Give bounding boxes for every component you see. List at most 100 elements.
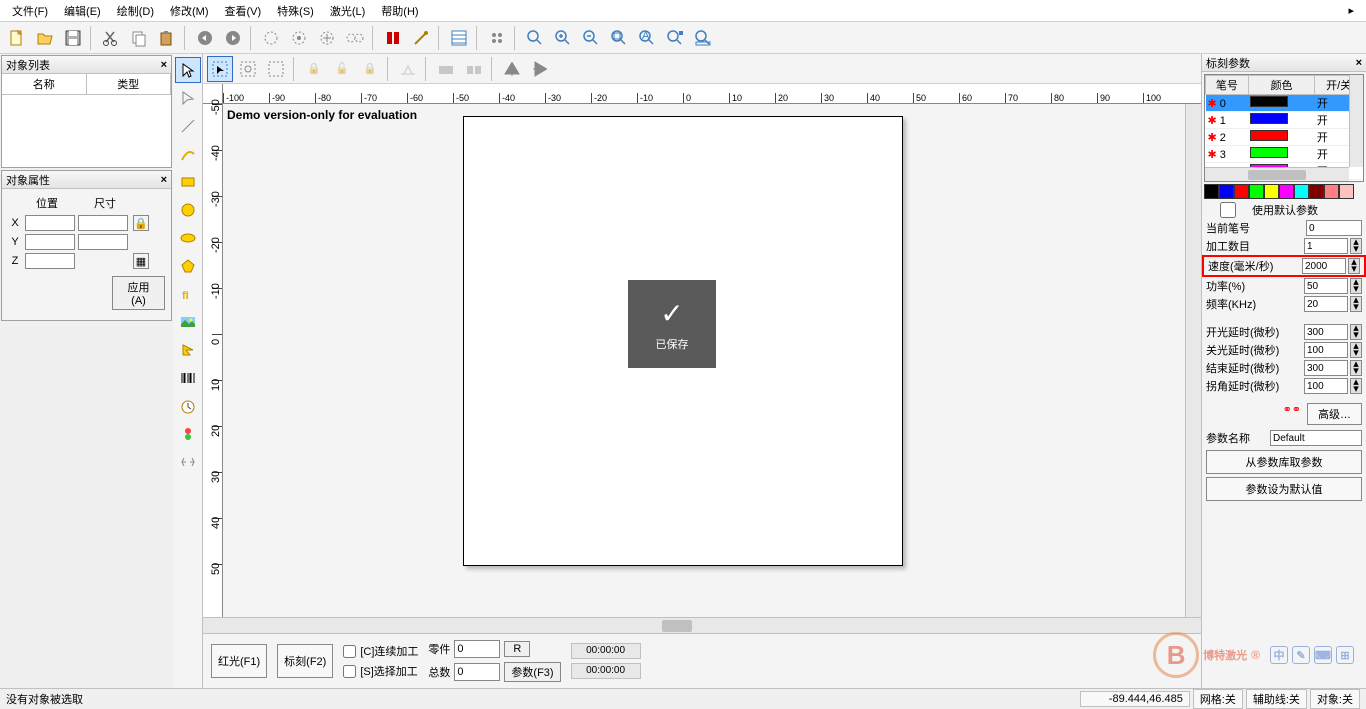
ellipse-tool[interactable] — [175, 225, 201, 251]
io-tool[interactable] — [175, 421, 201, 447]
freq-input[interactable] — [1304, 296, 1348, 312]
menu-modify[interactable]: 修改(M) — [162, 1, 217, 21]
use-default-checkbox[interactable] — [1206, 202, 1250, 218]
tools-button[interactable] — [408, 25, 434, 51]
zoom-out-button[interactable] — [578, 25, 604, 51]
hatch1-button[interactable] — [258, 25, 284, 51]
ungroup-button[interactable] — [461, 56, 487, 82]
red-light-button[interactable]: 红光(F1) — [211, 644, 267, 678]
hscrollbar[interactable] — [203, 617, 1201, 633]
polygon-tool[interactable] — [175, 253, 201, 279]
pen-vscroll[interactable] — [1349, 75, 1363, 167]
color-swatch[interactable] — [1309, 184, 1324, 199]
open-button[interactable] — [32, 25, 58, 51]
color-swatch[interactable] — [1249, 184, 1264, 199]
total-input[interactable] — [454, 663, 500, 681]
copy-button[interactable] — [126, 25, 152, 51]
timer-tool[interactable] — [175, 393, 201, 419]
menu-edit[interactable]: 编辑(E) — [56, 1, 109, 21]
freq-spinner[interactable]: ▴▾ — [1350, 296, 1362, 312]
parts-input[interactable] — [454, 640, 500, 658]
extend-tool[interactable] — [175, 449, 201, 475]
layers-button[interactable] — [484, 25, 510, 51]
paste-button[interactable] — [154, 25, 180, 51]
current-pen-input[interactable] — [1306, 220, 1362, 236]
pen-table[interactable]: 笔号颜色开/关 ✱ 0开✱ 1开✱ 2开✱ 3开✱ 4开✱ 5开✱ 6开 — [1204, 74, 1364, 182]
off-delay-input[interactable] — [1304, 342, 1348, 358]
pen-row[interactable]: ✱ 3 — [1206, 146, 1249, 163]
zoom-fit-button[interactable] — [606, 25, 632, 51]
grid-icon[interactable]: ▦ — [133, 253, 149, 269]
vscrollbar[interactable] — [1185, 104, 1201, 617]
mark-button[interactable]: 标刻(F2) — [277, 644, 333, 678]
continuous-checkbox[interactable] — [343, 645, 356, 658]
lock-icon[interactable]: 🔒 — [133, 215, 149, 231]
save-button[interactable] — [60, 25, 86, 51]
color-swatch[interactable] — [1279, 184, 1294, 199]
hatch3-button[interactable] — [314, 25, 340, 51]
speed-spinner[interactable]: ▴▾ — [1348, 258, 1360, 274]
menu-special[interactable]: 特殊(S) — [269, 1, 322, 21]
rect-tool[interactable] — [175, 169, 201, 195]
on-delay-input[interactable] — [1304, 324, 1348, 340]
cut-button[interactable] — [98, 25, 124, 51]
from-lib-button[interactable]: 从参数库取参数 — [1206, 450, 1362, 474]
lock3-button[interactable]: 🔒 — [357, 56, 383, 82]
text-tool[interactable]: fI — [175, 281, 201, 307]
redo-button[interactable] — [220, 25, 246, 51]
zoom-sel-button[interactable] — [662, 25, 688, 51]
canvas[interactable]: -100-90-80-70-60-50-40-30-20-10010203040… — [203, 84, 1201, 617]
power-input[interactable] — [1304, 278, 1348, 294]
properties-button[interactable] — [446, 25, 472, 51]
object-list-body[interactable] — [2, 95, 171, 167]
curve-tool[interactable] — [175, 141, 201, 167]
speed-input[interactable] — [1302, 258, 1346, 274]
align1-button[interactable] — [395, 56, 421, 82]
vector-tool[interactable] — [175, 337, 201, 363]
pen-row[interactable]: ✱ 0 — [1206, 95, 1249, 112]
param-button[interactable]: 参数(F3) — [504, 662, 560, 682]
select-tool[interactable] — [175, 57, 201, 83]
on-delay-spinner[interactable]: ▴▾ — [1350, 324, 1362, 340]
col-name[interactable]: 名称 — [2, 74, 87, 94]
zoom-in-button[interactable] — [550, 25, 576, 51]
corner-delay-spinner[interactable]: ▴▾ — [1350, 378, 1362, 394]
line-tool[interactable] — [175, 113, 201, 139]
y-size-input[interactable] — [78, 234, 128, 250]
x-pos-input[interactable] — [25, 215, 75, 231]
pen-row[interactable]: ✱ 1 — [1206, 112, 1249, 129]
rings-icon[interactable]: ⚭⚭ — [1283, 403, 1301, 425]
off-delay-spinner[interactable]: ▴▾ — [1350, 342, 1362, 358]
color-swatch[interactable] — [1204, 184, 1219, 199]
r-button[interactable]: R — [504, 641, 530, 657]
menu-draw[interactable]: 绘制(D) — [109, 1, 162, 21]
count-spinner[interactable]: ▴▾ — [1350, 238, 1362, 254]
barcode-tool[interactable] — [175, 365, 201, 391]
apply-button[interactable]: 应用(A) — [112, 276, 165, 310]
status-grid[interactable]: 网格:关 — [1193, 689, 1243, 709]
y-pos-input[interactable] — [25, 234, 75, 250]
menu-laser[interactable]: 激光(L) — [322, 1, 373, 21]
x-size-input[interactable] — [78, 215, 128, 231]
mirror-h-button[interactable] — [499, 56, 525, 82]
pick-button[interactable] — [207, 56, 233, 82]
end-delay-spinner[interactable]: ▴▾ — [1350, 360, 1362, 376]
col-type[interactable]: 类型 — [87, 74, 172, 94]
status-object[interactable]: 对象:关 — [1310, 689, 1360, 709]
zoom-work-button[interactable] — [690, 25, 716, 51]
color-swatch[interactable] — [1339, 184, 1354, 199]
color-swatch[interactable] — [1294, 184, 1309, 199]
power-spinner[interactable]: ▴▾ — [1350, 278, 1362, 294]
hatch4-button[interactable] — [342, 25, 368, 51]
mirror-v-button[interactable] — [527, 56, 553, 82]
lock1-button[interactable]: 🔒 — [301, 56, 327, 82]
set-default-button[interactable]: 参数设为默认值 — [1206, 477, 1362, 501]
color-swatch[interactable] — [1234, 184, 1249, 199]
end-delay-input[interactable] — [1304, 360, 1348, 376]
node-tool[interactable] — [175, 85, 201, 111]
pick2-button[interactable] — [235, 56, 261, 82]
color-swatch[interactable] — [1324, 184, 1339, 199]
menu-expand-icon[interactable]: ▸ — [1340, 2, 1362, 19]
param-name-input[interactable] — [1270, 430, 1362, 446]
lock2-button[interactable]: 🔓 — [329, 56, 355, 82]
